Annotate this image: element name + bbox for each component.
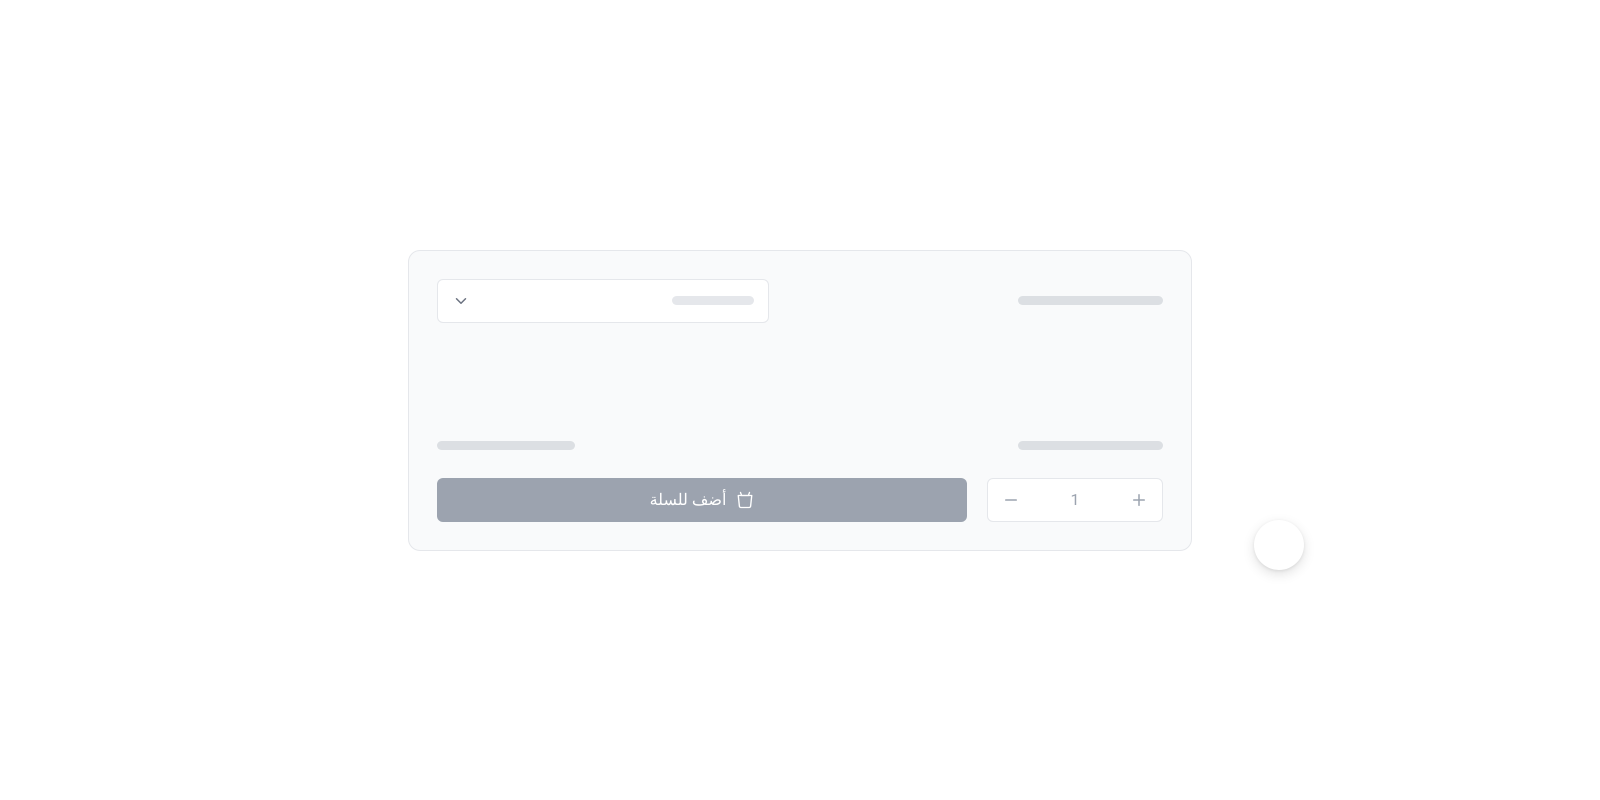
quantity-value: 1 (1071, 490, 1080, 509)
floating-action-button[interactable] (1254, 520, 1304, 570)
quantity-stepper[interactable]: 1 (987, 478, 1163, 522)
chevron-down-icon (452, 292, 470, 310)
product-option-card: 1 أضف للسلة (408, 250, 1192, 551)
option-select[interactable] (437, 279, 769, 323)
select-value-skeleton (672, 296, 754, 305)
add-to-cart-label: أضف للسلة (650, 490, 727, 509)
add-to-cart-button[interactable]: أضف للسلة (437, 478, 967, 522)
plus-icon[interactable] (1130, 491, 1148, 509)
option-label-skeleton (1018, 296, 1163, 305)
price-label-skeleton (1018, 441, 1163, 450)
price-value-skeleton (437, 441, 575, 450)
minus-icon[interactable] (1002, 491, 1020, 509)
shopping-bag-icon (736, 491, 754, 509)
